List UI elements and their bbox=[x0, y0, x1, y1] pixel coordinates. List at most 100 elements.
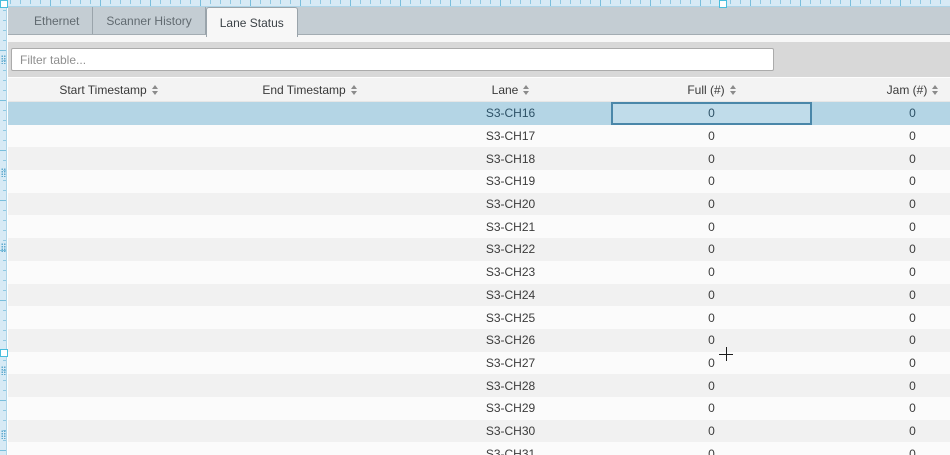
selection-handle-top-middle[interactable] bbox=[719, 0, 727, 8]
cell-start-timestamp[interactable] bbox=[8, 215, 209, 238]
column-header-end-timestamp[interactable]: End Timestamp bbox=[209, 78, 410, 101]
cell-full[interactable]: 0 bbox=[611, 329, 812, 352]
filter-input[interactable] bbox=[11, 48, 774, 71]
column-header-full[interactable]: Full (#) bbox=[611, 78, 812, 101]
cell-start-timestamp[interactable] bbox=[8, 238, 209, 261]
tab-scanner-history[interactable]: Scanner History bbox=[93, 7, 205, 34]
cell-end-timestamp[interactable] bbox=[209, 102, 410, 125]
table-row-s3-ch24[interactable]: S3-CH2400 bbox=[8, 284, 950, 307]
table-row-s3-ch20[interactable]: S3-CH2000 bbox=[8, 193, 950, 216]
cell-lane[interactable]: S3-CH27 bbox=[410, 352, 611, 375]
cell-lane[interactable]: S3-CH30 bbox=[410, 420, 611, 443]
cell-jam[interactable]: 0 bbox=[812, 102, 950, 125]
selection-handle-left-middle[interactable] bbox=[0, 349, 8, 357]
cell-end-timestamp[interactable] bbox=[209, 170, 410, 193]
cell-end-timestamp[interactable] bbox=[209, 238, 410, 261]
cell-lane[interactable]: S3-CH28 bbox=[410, 374, 611, 397]
cell-start-timestamp[interactable] bbox=[8, 442, 209, 455]
cell-start-timestamp[interactable] bbox=[8, 102, 209, 125]
cell-lane[interactable]: S3-CH31 bbox=[410, 442, 611, 455]
cell-full[interactable]: 0 bbox=[611, 442, 812, 455]
table-row-s3-ch18[interactable]: S3-CH1800 bbox=[8, 147, 950, 170]
cell-start-timestamp[interactable] bbox=[8, 147, 209, 170]
cell-jam[interactable]: 0 bbox=[812, 147, 950, 170]
cell-end-timestamp[interactable] bbox=[209, 352, 410, 375]
cell-end-timestamp[interactable] bbox=[209, 284, 410, 307]
cell-jam[interactable]: 0 bbox=[812, 238, 950, 261]
table-row-s3-ch25[interactable]: S3-CH2500 bbox=[8, 306, 950, 329]
cell-full[interactable]: 0 bbox=[611, 125, 812, 148]
cell-full[interactable]: 0 bbox=[611, 170, 812, 193]
cell-start-timestamp[interactable] bbox=[8, 397, 209, 420]
cell-full[interactable]: 0 bbox=[611, 284, 812, 307]
cell-jam[interactable]: 0 bbox=[812, 215, 950, 238]
cell-end-timestamp[interactable] bbox=[209, 442, 410, 455]
cell-full[interactable]: 0 bbox=[611, 261, 812, 284]
cell-end-timestamp[interactable] bbox=[209, 261, 410, 284]
cell-jam[interactable]: 0 bbox=[812, 374, 950, 397]
cell-lane[interactable]: S3-CH26 bbox=[410, 329, 611, 352]
table-row-s3-ch21[interactable]: S3-CH2100 bbox=[8, 215, 950, 238]
cell-end-timestamp[interactable] bbox=[209, 420, 410, 443]
cell-jam[interactable]: 0 bbox=[812, 170, 950, 193]
cell-lane[interactable]: S3-CH25 bbox=[410, 306, 611, 329]
cell-end-timestamp[interactable] bbox=[209, 306, 410, 329]
cell-full[interactable]: 0 bbox=[611, 352, 812, 375]
cell-start-timestamp[interactable] bbox=[8, 374, 209, 397]
table-row-s3-ch26[interactable]: S3-CH2600 bbox=[8, 329, 950, 352]
cell-end-timestamp[interactable] bbox=[209, 215, 410, 238]
table-row-s3-ch16[interactable]: S3-CH1600 bbox=[8, 102, 950, 125]
cell-start-timestamp[interactable] bbox=[8, 125, 209, 148]
cell-end-timestamp[interactable] bbox=[209, 374, 410, 397]
cell-jam[interactable]: 0 bbox=[812, 442, 950, 455]
column-header-jam[interactable]: Jam (#) bbox=[812, 78, 950, 101]
cell-full[interactable]: 0 bbox=[611, 102, 812, 125]
cell-lane[interactable]: S3-CH20 bbox=[410, 193, 611, 216]
cell-start-timestamp[interactable] bbox=[8, 306, 209, 329]
cell-full[interactable]: 0 bbox=[611, 215, 812, 238]
cell-end-timestamp[interactable] bbox=[209, 147, 410, 170]
cell-start-timestamp[interactable] bbox=[8, 193, 209, 216]
cell-lane[interactable]: S3-CH29 bbox=[410, 397, 611, 420]
cell-full[interactable]: 0 bbox=[611, 306, 812, 329]
cell-lane[interactable]: S3-CH18 bbox=[410, 147, 611, 170]
cell-lane[interactable]: S3-CH16 bbox=[410, 102, 611, 125]
cell-jam[interactable]: 0 bbox=[812, 193, 950, 216]
cell-jam[interactable]: 0 bbox=[812, 352, 950, 375]
cell-end-timestamp[interactable] bbox=[209, 329, 410, 352]
table-row-s3-ch27[interactable]: S3-CH2700 bbox=[8, 352, 950, 375]
cell-jam[interactable]: 0 bbox=[812, 125, 950, 148]
cell-start-timestamp[interactable] bbox=[8, 329, 209, 352]
cell-start-timestamp[interactable] bbox=[8, 170, 209, 193]
cell-lane[interactable]: S3-CH24 bbox=[410, 284, 611, 307]
cell-end-timestamp[interactable] bbox=[209, 193, 410, 216]
cell-full[interactable]: 0 bbox=[611, 147, 812, 170]
cell-jam[interactable]: 0 bbox=[812, 397, 950, 420]
cell-full[interactable]: 0 bbox=[611, 420, 812, 443]
tab-ethernet[interactable]: Ethernet bbox=[21, 7, 93, 34]
cell-jam[interactable]: 0 bbox=[812, 329, 950, 352]
table-row-s3-ch23[interactable]: S3-CH2300 bbox=[8, 261, 950, 284]
selection-handle-top-left[interactable] bbox=[0, 0, 8, 8]
cell-end-timestamp[interactable] bbox=[209, 397, 410, 420]
cell-jam[interactable]: 0 bbox=[812, 261, 950, 284]
column-header-start-timestamp[interactable]: Start Timestamp bbox=[8, 78, 209, 101]
cell-jam[interactable]: 0 bbox=[812, 284, 950, 307]
cell-start-timestamp[interactable] bbox=[8, 261, 209, 284]
column-header-lane[interactable]: Lane bbox=[410, 78, 611, 101]
cell-start-timestamp[interactable] bbox=[8, 420, 209, 443]
cell-end-timestamp[interactable] bbox=[209, 125, 410, 148]
tab-lane-status[interactable]: Lane Status bbox=[206, 7, 298, 37]
cell-lane[interactable]: S3-CH22 bbox=[410, 238, 611, 261]
table-row-s3-ch22[interactable]: S3-CH2200 bbox=[8, 238, 950, 261]
cell-full[interactable]: 0 bbox=[611, 397, 812, 420]
cell-lane[interactable]: S3-CH21 bbox=[410, 215, 611, 238]
cell-full[interactable]: 0 bbox=[611, 238, 812, 261]
table-row-s3-ch17[interactable]: S3-CH1700 bbox=[8, 125, 950, 148]
table-row-s3-ch31[interactable]: S3-CH3100 bbox=[8, 442, 950, 455]
table-row-s3-ch29[interactable]: S3-CH2900 bbox=[8, 397, 950, 420]
cell-jam[interactable]: 0 bbox=[812, 306, 950, 329]
table-row-s3-ch30[interactable]: S3-CH3000 bbox=[8, 420, 950, 443]
cell-start-timestamp[interactable] bbox=[8, 284, 209, 307]
table-row-s3-ch19[interactable]: S3-CH1900 bbox=[8, 170, 950, 193]
